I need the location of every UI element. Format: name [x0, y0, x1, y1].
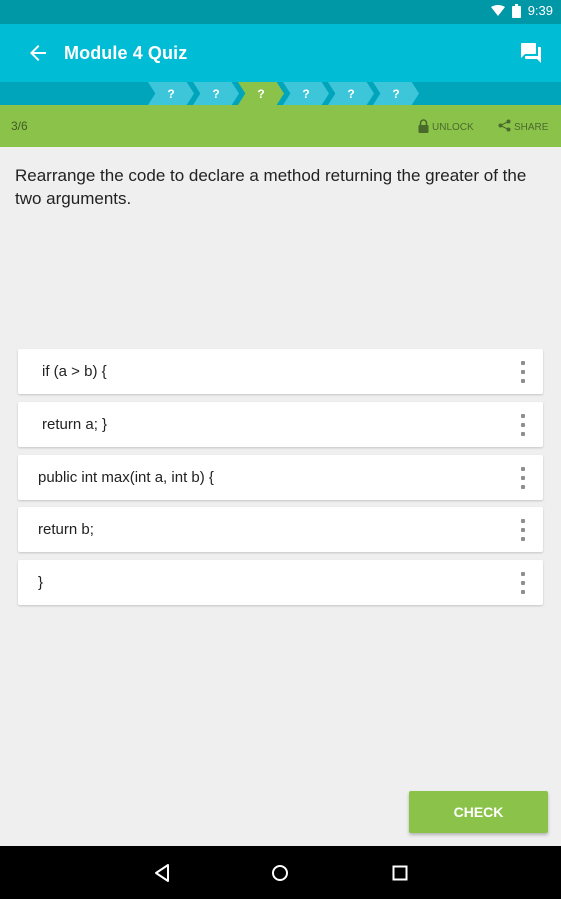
unlock-button[interactable]: UNLOCK [418, 119, 474, 136]
share-button[interactable]: SHARE [498, 119, 548, 135]
unlock-label: UNLOCK [432, 122, 474, 133]
progress-step-1[interactable]: ? [148, 82, 194, 105]
question-counter: 3/6 [11, 119, 28, 133]
code-card[interactable]: if (a > b) { [18, 349, 543, 394]
system-nav-bar [0, 846, 561, 899]
question-text: Rearrange the code to declare a method r… [15, 166, 527, 208]
code-line: } [38, 574, 44, 591]
back-arrow-icon[interactable] [26, 41, 50, 65]
drag-handle-icon[interactable] [520, 467, 526, 489]
quiz-toolbar: 3/6 UNLOCK SHARE [0, 105, 561, 147]
drag-handle-icon[interactable] [520, 519, 526, 541]
code-line: return b; [38, 521, 94, 538]
comments-icon[interactable] [519, 41, 543, 65]
check-button[interactable]: CHECK [409, 791, 548, 833]
progress-step-4[interactable]: ? [283, 82, 329, 105]
status-time: 9:39 [527, 3, 553, 18]
code-line: public int max(int a, int b) { [38, 469, 214, 486]
share-label: SHARE [514, 121, 549, 133]
wifi-icon [490, 4, 505, 17]
battery-icon [511, 3, 521, 18]
nav-back-icon[interactable] [150, 861, 174, 885]
code-line: return a; } [42, 416, 108, 433]
lock-icon [418, 119, 429, 136]
share-icon [498, 119, 511, 135]
drag-handle-icon[interactable] [520, 361, 526, 383]
progress-step-2[interactable]: ? [193, 82, 239, 105]
code-card[interactable]: return a; } [18, 402, 543, 447]
code-card[interactable]: public int max(int a, int b) { [18, 455, 543, 500]
nav-home-icon[interactable] [268, 861, 292, 885]
code-card[interactable]: } [18, 560, 543, 605]
page-title: Module 4 Quiz [64, 43, 188, 63]
code-line: if (a > b) { [42, 363, 107, 380]
status-icons: 9:39 [490, 3, 553, 18]
progress-step-6[interactable]: ? [373, 82, 419, 105]
drag-handle-icon[interactable] [520, 572, 526, 594]
quiz-progress: ? ? ? ? ? ? [0, 82, 561, 105]
app-bar: Module 4 Quiz [0, 24, 561, 82]
code-card[interactable]: return b; [18, 507, 543, 552]
progress-step-5[interactable]: ? [328, 82, 374, 105]
drag-handle-icon[interactable] [520, 414, 526, 436]
progress-step-3[interactable]: ? [238, 82, 284, 105]
nav-recents-icon[interactable] [388, 861, 412, 885]
status-bar: 9:39 [0, 0, 561, 24]
